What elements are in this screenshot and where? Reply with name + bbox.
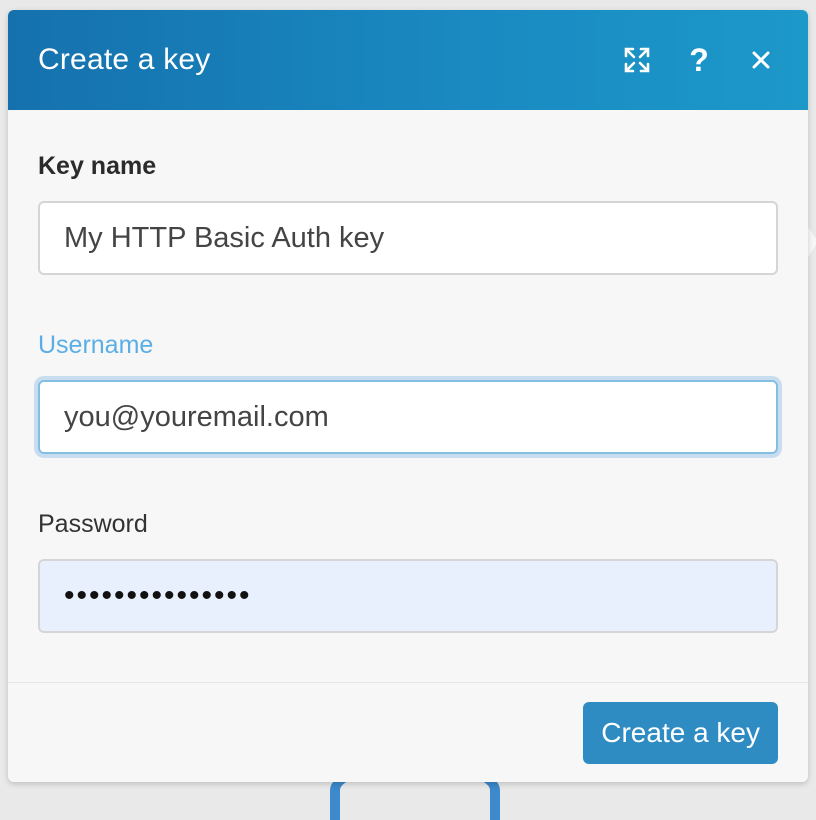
username-input[interactable] [38,380,778,454]
create-key-button[interactable]: Create a key [583,701,778,764]
dialog-header: Create a key ? [8,10,808,110]
help-button[interactable]: ? [682,43,716,77]
password-input[interactable] [38,559,778,633]
expand-button[interactable] [620,43,654,77]
dialog-body: Key name Username Password [8,110,808,682]
key-name-input[interactable] [38,201,778,275]
close-button[interactable] [744,43,778,77]
key-name-label: Key name [38,152,157,180]
username-label: Username [38,331,154,359]
help-icon: ? [689,42,709,78]
password-label: Password [38,510,148,538]
dialog-footer: Create a key [8,682,808,782]
close-icon [752,51,770,69]
dialog-title: Create a key [38,43,211,76]
expand-icon [624,47,650,73]
create-key-dialog: Create a key ? Key name My HTTP Basic Au… [8,10,808,782]
